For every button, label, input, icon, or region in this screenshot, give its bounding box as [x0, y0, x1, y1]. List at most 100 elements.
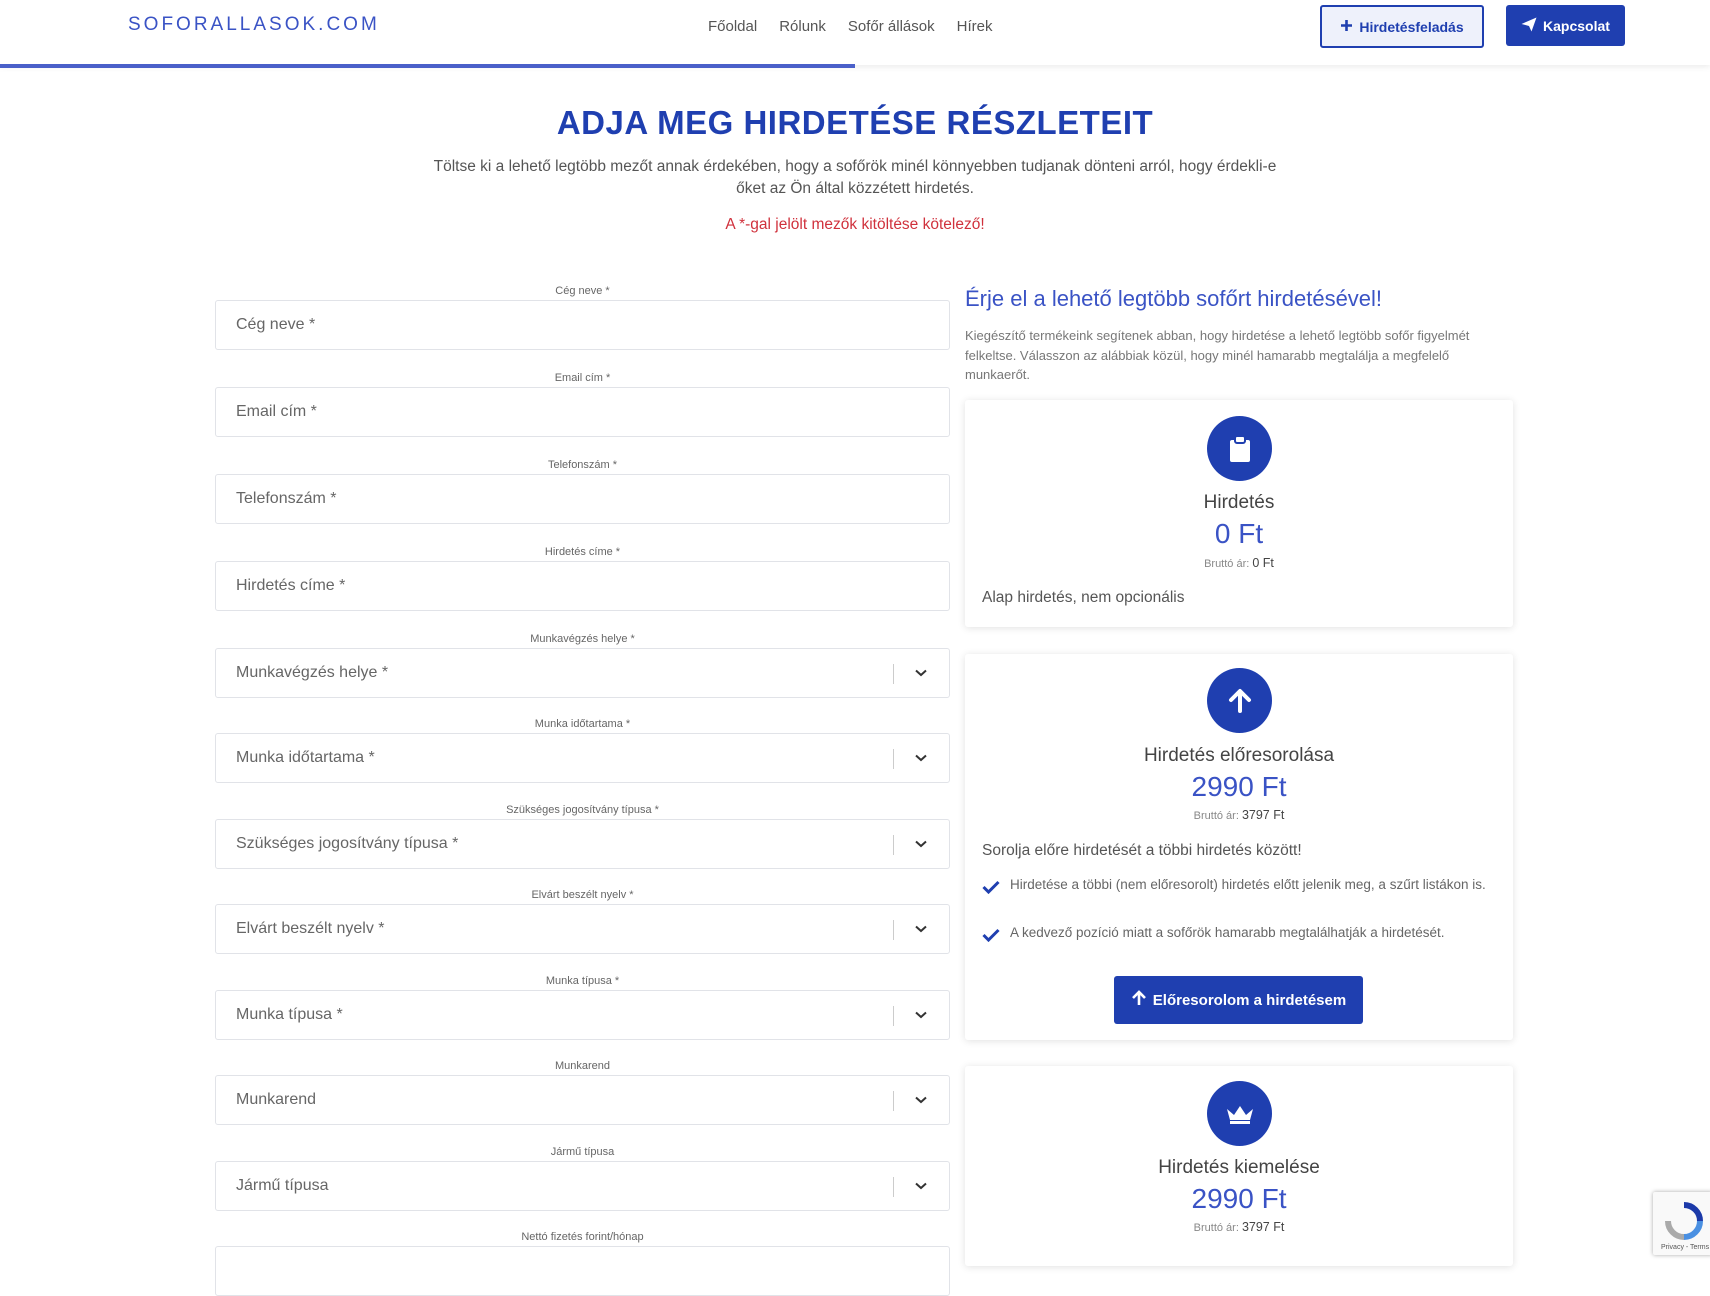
gross-value: 0 Ft [1252, 556, 1274, 570]
basic-ad-card: Hirdetés 0 Ft Bruttó ár: 0 Ft Alap hirde… [965, 400, 1513, 627]
chevron-down-icon [913, 1176, 929, 1196]
recaptcha-icon [1665, 1202, 1703, 1245]
brand-logo[interactable]: SOFORALLASOK.COM [128, 14, 380, 36]
nav-news[interactable]: Hírek [957, 18, 993, 35]
nav-driver-jobs[interactable]: Sofőr állások [848, 18, 935, 35]
select-placeholder: Munka típusa * [236, 1006, 343, 1023]
recaptcha-badge[interactable]: Privacy - Terms [1653, 1192, 1710, 1255]
work-duration-field: Munka időtartama * Munka időtartama * [215, 717, 950, 803]
field-label: Jármű típusa [550, 1146, 615, 1158]
nav-home[interactable]: Főoldal [708, 18, 757, 35]
gross-label: Bruttó ár: [1193, 810, 1239, 822]
chevron-down-icon [913, 1005, 929, 1025]
schedule-select[interactable]: Munkarend [215, 1075, 950, 1125]
benefit-item: Hirdetése a többi (nem előresorolt) hird… [982, 876, 1492, 899]
license-type-select[interactable]: Szükséges jogosítvány típusa * [215, 819, 950, 869]
ad-form: Cég neve * Cég neve * Email cím * Email … [215, 284, 950, 1296]
card-price: 2990 Ft [1191, 771, 1287, 802]
site-header: SOFORALLASOK.COM Főoldal Rólunk Sofőr ál… [0, 0, 1710, 65]
net-salary-input[interactable] [215, 1246, 950, 1296]
input-placeholder: Email cím * [236, 403, 317, 420]
select-placeholder: Jármű típusa [236, 1177, 329, 1194]
input-placeholder: Telefonszám * [236, 490, 337, 507]
card-name: Hirdetés előresorolása [1143, 745, 1335, 766]
select-separator [893, 1177, 894, 1197]
benefit-item: A kedvező pozíció miatt a sofőrök hamara… [982, 924, 1492, 947]
select-placeholder: Munkavégzés helye * [236, 664, 389, 681]
paper-plane-icon [1521, 17, 1537, 35]
phone-input[interactable]: Telefonszám * [215, 474, 950, 524]
promote-ad-button[interactable]: Előresorolom a hirdetésem [1114, 976, 1363, 1024]
upsell-title: Érje el a lehető legtöbb sofőrt hirdetés… [965, 286, 1383, 311]
select-separator [893, 1006, 894, 1026]
main-nav: Főoldal Rólunk Sofőr állások Hírek [708, 18, 1014, 35]
gross-label: Bruttó ár: [1193, 1222, 1239, 1234]
highlight-ad-card: Hirdetés kiemelése 2990 Ft Bruttó ár: 37… [965, 1066, 1513, 1266]
promote-ad-label: Előresorolom a hirdetésem [1152, 991, 1347, 1009]
field-label: Munkarend [554, 1060, 611, 1072]
post-ad-button[interactable]: Hirdetésfeladás [1320, 5, 1484, 48]
gross-value: 3797 Ft [1241, 1220, 1285, 1234]
card-name: Hirdetés [1203, 492, 1275, 513]
select-separator [893, 1091, 894, 1111]
benefit-text: A kedvező pozíció miatt a sofőrök hamara… [1010, 925, 1445, 940]
select-separator [893, 920, 894, 940]
contact-button[interactable]: Kapcsolat [1506, 5, 1625, 46]
work-location-select[interactable]: Munkavégzés helye * [215, 648, 950, 698]
chevron-down-icon [913, 1090, 929, 1110]
required-note: A *-gal jelölt mezők kitöltése kötelező! [725, 216, 985, 233]
vehicle-type-field: Jármű típusa Jármű típusa [215, 1145, 950, 1230]
field-label: Cég neve * [555, 285, 610, 297]
contact-label: Kapcsolat [1543, 17, 1610, 34]
email-field: Email cím * Email cím * [215, 371, 950, 458]
field-label: Munka típusa * [545, 975, 620, 987]
card-price: 0 Ft [1214, 518, 1264, 549]
ad-title-input[interactable]: Hirdetés címe * [215, 561, 950, 611]
license-type-field: Szükséges jogosítvány típusa * Szükséges… [215, 803, 950, 888]
field-label: Munka időtartama * [534, 718, 631, 730]
job-type-select[interactable]: Munka típusa * [215, 990, 950, 1040]
select-separator [893, 664, 894, 684]
promote-ad-card: Hirdetés előresorolása 2990 Ft Bruttó ár… [965, 654, 1513, 1040]
select-placeholder: Munka időtartama * [236, 749, 375, 766]
work-location-field: Munkavégzés helye * Munkavégzés helye * [215, 632, 950, 717]
input-placeholder: Hirdetés címe * [236, 577, 346, 594]
recaptcha-text[interactable]: Privacy - Terms [1661, 1244, 1709, 1251]
card-price: 2990 Ft [1191, 1183, 1287, 1214]
field-label: Nettó fizetés forint/hónap [521, 1231, 644, 1243]
field-label: Elvárt beszélt nyelv * [531, 889, 634, 901]
email-input[interactable]: Email cím * [215, 387, 950, 437]
language-select[interactable]: Elvárt beszélt nyelv * [215, 904, 950, 954]
net-salary-field: Nettó fizetés forint/hónap [215, 1230, 950, 1296]
schedule-field: Munkarend Munkarend [215, 1059, 950, 1145]
chevron-down-icon [913, 748, 929, 768]
card-description: Alap hirdetés, nem opcionális [982, 589, 1185, 606]
vehicle-type-select[interactable]: Jármű típusa [215, 1161, 950, 1211]
card-name: Hirdetés kiemelése [1158, 1157, 1320, 1178]
card-gross-price: Bruttó ár: 0 Ft [965, 556, 1513, 570]
upsell-description: Kiegészítő termékeink segítenek abban, h… [965, 328, 1470, 382]
ad-title-field: Hirdetés címe * Hirdetés címe * [215, 545, 950, 632]
language-field: Elvárt beszélt nyelv * Elvárt beszélt ny… [215, 888, 950, 974]
gross-label: Bruttó ár: [1204, 558, 1250, 570]
field-label: Telefonszám * [547, 459, 618, 471]
field-label: Szükséges jogosítvány típusa * [506, 804, 659, 816]
nav-about[interactable]: Rólunk [779, 18, 826, 35]
company-name-input[interactable]: Cég neve * [215, 300, 950, 350]
card-description: Sorolja előre hirdetését a többi hirdeté… [982, 842, 1302, 859]
work-duration-select[interactable]: Munka időtartama * [215, 733, 950, 783]
field-label: Munkavégzés helye * [530, 633, 635, 645]
chevron-down-icon [913, 834, 929, 854]
arrow-up-icon [1207, 668, 1272, 733]
arrow-up-icon [1131, 990, 1147, 1010]
post-ad-label: Hirdetésfeladás [1359, 18, 1464, 35]
select-separator [893, 749, 894, 769]
company-name-field: Cég neve * Cég neve * [215, 284, 950, 371]
field-label: Email cím * [554, 372, 611, 384]
card-gross-price: Bruttó ár: 3797 Ft [965, 1220, 1513, 1234]
upsell-panel: Érje el a lehető legtöbb sofőrt hirdetés… [965, 286, 1515, 385]
clipboard-icon [1207, 416, 1272, 481]
select-placeholder: Munkarend [236, 1091, 317, 1108]
progress-bar [0, 64, 855, 68]
select-placeholder: Elvárt beszélt nyelv * [236, 920, 385, 937]
